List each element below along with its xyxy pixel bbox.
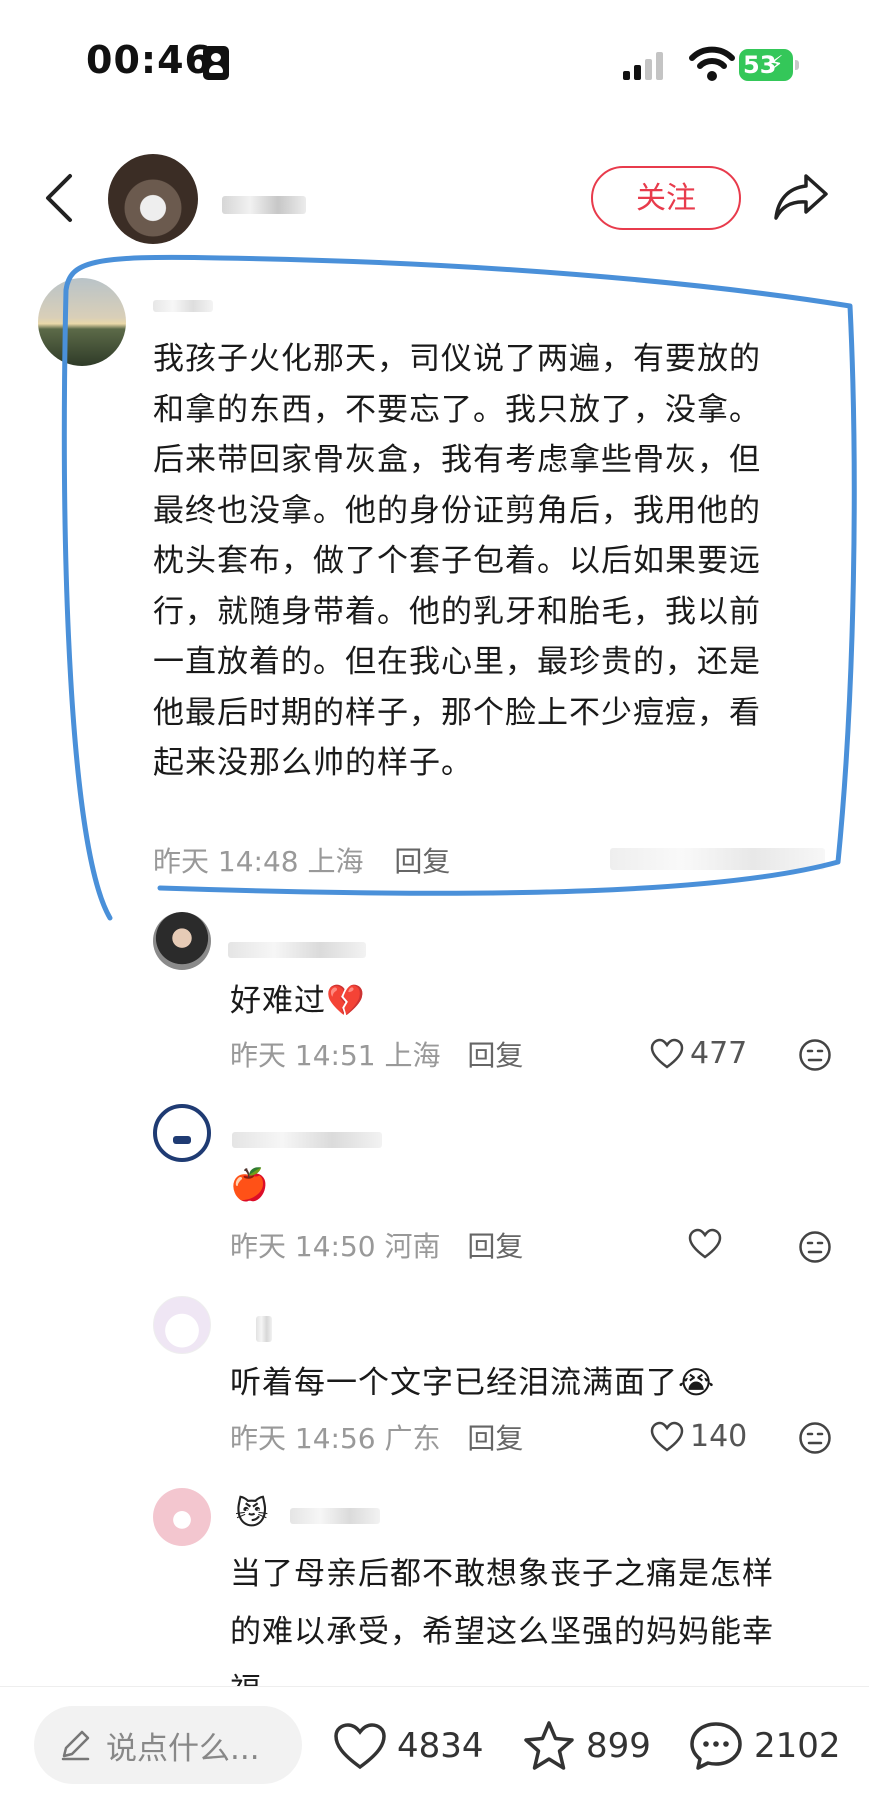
reply-time: 昨天 14:56 <box>230 1422 376 1455</box>
like-count: 477 <box>690 1036 748 1071</box>
battery-tip <box>795 60 799 70</box>
status-time: 00:46 <box>86 38 212 82</box>
comment-line: 最终也没拿。他的身份证剪角后，我用他的 <box>153 492 761 529</box>
back-icon[interactable] <box>40 172 80 224</box>
favorite-count: 899 <box>586 1726 651 1766</box>
comment-line: 后来带回家骨灰盒，我有考虑拿些骨灰，但 <box>153 442 761 478</box>
heart-icon <box>688 1228 722 1259</box>
reply-text: 听着每一个文字已经泪流满面了😭 <box>230 1365 716 1401</box>
contact-card-icon <box>203 46 229 80</box>
comment-input[interactable]: 说点什么... <box>34 1706 302 1784</box>
comment-line: 一直放着的。但在我心里，最珍贵的，还是 <box>153 644 761 680</box>
reply-avatar[interactable] <box>153 1488 211 1546</box>
reply-time: 昨天 14:50 <box>230 1230 376 1263</box>
dislike-face-icon[interactable] <box>798 1230 832 1264</box>
chat-bubble-icon <box>690 1722 742 1770</box>
reply-text: 当了母亲后都不敢想象丧子之痛是怎样 的难以承受，希望这么坚强的妈妈能幸 福 <box>230 1545 774 1691</box>
cellular-signal-icon <box>623 52 663 80</box>
reply-sticker: 🍎 <box>230 1167 270 1203</box>
comment-line: 和拿的东西，不要忘了。我只放了，没拿。 <box>153 391 761 428</box>
reply-like-button[interactable] <box>688 1228 728 1260</box>
comment-line: 起来没那么帅的样子。 <box>153 745 473 781</box>
comment-location: 上海 <box>307 845 364 878</box>
charging-icon: ⚡ <box>768 52 784 77</box>
comment-time: 昨天 14:48 <box>153 845 299 878</box>
comment-line: 我孩子火化那天，司仪说了两遍，有要放的 <box>153 341 761 377</box>
reply-location: 河南 <box>384 1230 441 1263</box>
follow-button[interactable]: 关注 <box>591 166 741 230</box>
cat-emoji-icon: 😼 <box>235 1494 269 1532</box>
reply-avatar[interactable] <box>153 1296 211 1354</box>
heart-icon <box>650 1038 684 1069</box>
comment-post-button[interactable]: 2102 <box>688 1720 841 1772</box>
reply-meta: 昨天 14:56 广东 回复 <box>230 1417 523 1457</box>
reply-button[interactable]: 回复 <box>394 845 450 878</box>
divider <box>0 1686 869 1687</box>
reply-meta: 昨天 14:50 河南 回复 <box>230 1225 523 1265</box>
main-comment-text: 我孩子火化那天，司仪说了两遍，有要放的 和拿的东西，不要忘了。我只放了，没拿。 … <box>153 334 833 789</box>
reply-name-blurred[interactable] <box>290 1508 380 1524</box>
reply-location: 广东 <box>384 1422 441 1455</box>
favorite-post-button[interactable]: 899 <box>522 1720 651 1772</box>
reply-avatar[interactable] <box>153 912 211 970</box>
comment-line: 他最后时期的样子，那个脸上不少痘痘，看 <box>153 694 761 731</box>
reply-button[interactable]: 回复 <box>467 1039 523 1072</box>
reply-time: 昨天 14:51 <box>230 1039 376 1072</box>
pencil-icon <box>61 1730 90 1761</box>
reply-location: 上海 <box>384 1039 441 1072</box>
like-post-button[interactable]: 4834 <box>333 1722 484 1770</box>
heart-icon <box>650 1421 684 1452</box>
comment-line: 行，就随身带着。他的乳牙和胎毛，我以前 <box>153 593 761 630</box>
reply-name-blurred[interactable] <box>228 942 366 958</box>
blurred-region <box>610 848 825 870</box>
reply-name-blurred[interactable] <box>232 1132 382 1148</box>
dislike-face-icon[interactable] <box>798 1038 832 1072</box>
heart-icon <box>334 1723 386 1770</box>
reply-button[interactable]: 回复 <box>467 1422 523 1455</box>
reply-avatar[interactable] <box>153 1104 211 1162</box>
battery-indicator: 53 <box>739 49 793 81</box>
reply-meta: 昨天 14:51 上海 回复 <box>230 1034 523 1074</box>
reply-name-blurred[interactable] <box>256 1316 272 1342</box>
commenter-avatar[interactable] <box>38 278 126 366</box>
comment-line: 的难以承受，希望这么坚强的妈妈能幸 <box>230 1614 774 1650</box>
comment-line: 当了母亲后都不敢想象丧子之痛是怎样 <box>230 1556 774 1592</box>
reply-button[interactable]: 回复 <box>467 1230 523 1263</box>
comment-line: 枕头套布，做了个套子包着。以后如果要远 <box>153 543 761 579</box>
like-count: 4834 <box>397 1726 484 1766</box>
comment-placeholder: 说点什么... <box>106 1730 260 1767</box>
main-comment-meta: 昨天 14:48 上海 回复 <box>153 840 450 880</box>
commenter-name-blurred[interactable] <box>153 300 213 312</box>
star-icon <box>524 1721 574 1770</box>
author-name-blurred[interactable] <box>222 196 306 214</box>
reply-like-button[interactable]: 477 <box>650 1036 747 1071</box>
like-count: 140 <box>690 1419 748 1454</box>
reply-like-button[interactable]: 140 <box>650 1419 747 1454</box>
dislike-face-icon[interactable] <box>798 1421 832 1455</box>
wifi-icon <box>689 46 735 81</box>
share-icon[interactable] <box>772 170 830 224</box>
reply-text: 好难过💔 <box>230 983 366 1019</box>
comment-count: 2102 <box>754 1726 841 1766</box>
author-avatar[interactable] <box>108 154 198 244</box>
